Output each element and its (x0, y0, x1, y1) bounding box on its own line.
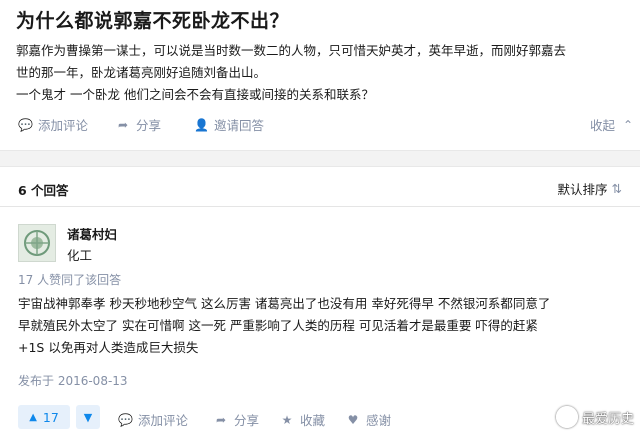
answer-comment-label: 添加评论 (138, 413, 189, 428)
chevron-up-icon: ⌃ (622, 117, 634, 132)
share-icon: ➦ (215, 412, 227, 427)
divider (0, 206, 640, 207)
invite-answer-button[interactable]: 👤 邀请回答 (194, 115, 264, 134)
avatar[interactable] (18, 224, 56, 262)
swap-icon: ⇅ (611, 181, 622, 196)
answer-body: 宇宙战神郭奉孝 秒天秒地秒空气 这么厉害 诸葛亮出了也没有用 幸好死得早 不然银… (18, 293, 628, 359)
collect-label: 收藏 (300, 413, 326, 428)
answer-share-label: 分享 (234, 413, 260, 428)
answer-share-button[interactable]: ➦ 分享 (214, 410, 259, 429)
watermark-logo-icon (555, 406, 578, 428)
question-actions: 💬 添加评论 ➦ 分享 👤 邀请回答 收起 ⌃ (18, 115, 633, 135)
avatar-image (19, 225, 55, 261)
author-bio: 化工 (67, 248, 93, 263)
question-desc-line: 世的那一年，卧龙诸葛亮刚好追随刘备出山。 (16, 65, 267, 80)
publish-date[interactable]: 发布于 2016-08-13 (18, 372, 128, 389)
answer-comment-button[interactable]: 💬 添加评论 (118, 410, 188, 429)
upvote-summary: 17 人赞同了该回答 (18, 273, 122, 287)
answer-actions: 💬 添加评论 ➦ 分享 ★ 收藏 ♥ 感谢 (0, 410, 640, 430)
answer-line: 早就殖民外太空了 实在可惜啊 这一死 严重影响了人类的历程 可见活着才是最重要 … (18, 318, 538, 333)
collapse-button[interactable]: 收起 ⌃ (590, 115, 635, 134)
question-title: 为什么都说郭嘉不死卧龙不出？ (16, 10, 290, 32)
question-desc-line: 郭嘉作为曹操第一谋士，可以说是当时数一数二的人物，只可惜天妒英才，英年早逝，而刚… (16, 43, 567, 58)
answer-count: 6 个回答 (18, 183, 69, 198)
share-icon: ➦ (117, 117, 129, 132)
invite-icon: 👤 (194, 117, 209, 132)
sort-label: 默认排序 (557, 182, 608, 197)
thanks-button[interactable]: ♥ 感谢 (346, 410, 391, 429)
heart-icon: ♥ (347, 412, 359, 427)
answer-line: +1S 以免再对人类造成巨大损失 (18, 340, 199, 355)
share-button[interactable]: ➦ 分享 (116, 115, 161, 134)
thanks-label: 感谢 (366, 413, 392, 428)
author-name[interactable]: 诸葛村妇 (67, 224, 117, 243)
star-icon: ★ (281, 412, 293, 427)
share-label: 分享 (136, 118, 162, 133)
answer-line: 宇宙战神郭奉孝 秒天秒地秒空气 这么厉害 诸葛亮出了也没有用 幸好死得早 不然银… (18, 296, 551, 311)
question-description: 郭嘉作为曹操第一谋士，可以说是当时数一数二的人物，只可惜天妒英才，英年早逝，而刚… (16, 40, 626, 106)
question-desc-line: 一个鬼才 一个卧龙 他们之间会不会有直接或间接的关系和联系？ (16, 87, 374, 102)
watermark-text: 最爱历史 (581, 411, 634, 427)
comment-icon: 💬 (18, 117, 33, 132)
section-separator (0, 150, 640, 167)
comment-icon: 💬 (118, 412, 133, 427)
collapse-label: 收起 (590, 118, 616, 133)
add-comment-label: 添加评论 (38, 118, 89, 133)
invite-answer-label: 邀请回答 (214, 118, 265, 133)
add-comment-button[interactable]: 💬 添加评论 (18, 115, 88, 134)
watermark: 最爱历史 (555, 406, 634, 428)
sort-dropdown[interactable]: 默认排序 ⇅ (558, 179, 623, 198)
collect-button[interactable]: ★ 收藏 (280, 410, 325, 429)
